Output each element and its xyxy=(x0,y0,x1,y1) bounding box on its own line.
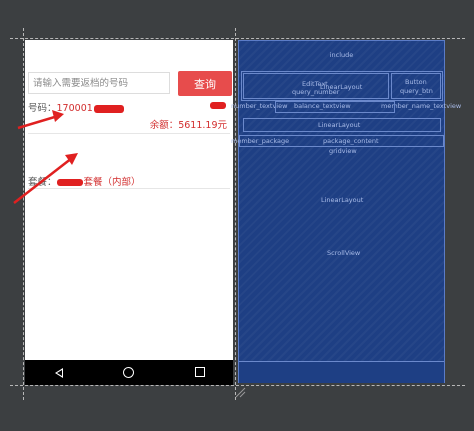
bp-package-row-box[interactable] xyxy=(239,135,444,147)
arrow-to-package xyxy=(13,153,78,204)
bp-button-id: query_btn xyxy=(400,87,433,95)
resize-handle-icon[interactable] xyxy=(234,386,246,398)
bp-edittext-label: EditText xyxy=(302,80,328,88)
bp-edittext-id: query_number xyxy=(292,88,340,96)
bp-textview-box[interactable] xyxy=(275,101,395,113)
bp-linearlayout-mid-label: LinearLayout xyxy=(318,121,361,129)
arrow-to-balance xyxy=(17,110,64,130)
bp-include-label: include xyxy=(329,51,354,59)
bp-linearlayout-mid[interactable]: LinearLayout xyxy=(243,118,441,132)
bp-gridview: gridview xyxy=(329,147,357,155)
bp-linearlayout-main: LinearLayout xyxy=(321,196,364,204)
blueprint-view: include LinearLayout EditText query_numb… xyxy=(231,40,461,383)
bp-scrollview: ScrollView xyxy=(327,249,361,257)
bp-edittext[interactable]: EditText query_number xyxy=(243,73,389,99)
bp-button[interactable]: Button query_btn xyxy=(391,73,441,99)
bp-nav-bar-area xyxy=(239,361,444,383)
bp-button-label: Button xyxy=(405,78,427,86)
